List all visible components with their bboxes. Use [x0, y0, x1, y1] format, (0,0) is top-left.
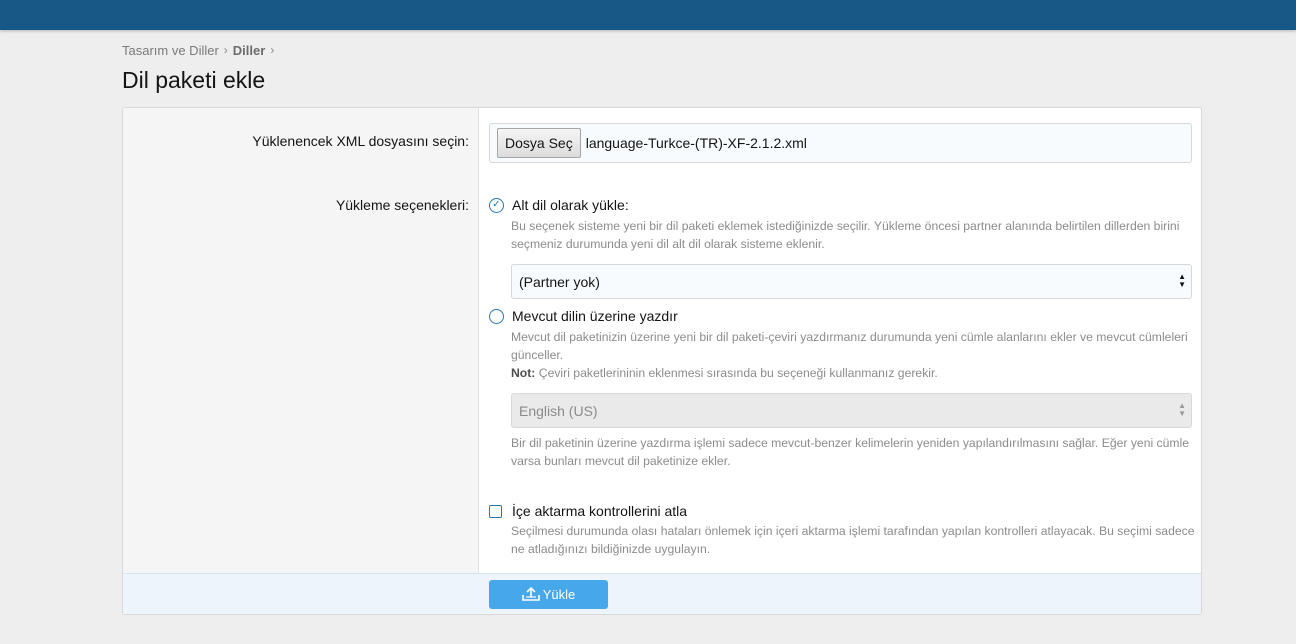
note-label: Not: — [511, 366, 536, 380]
checkbox-unchecked-icon[interactable] — [489, 504, 502, 518]
skip-checks-checkbox[interactable]: İçe aktarma kontrollerini atla — [489, 503, 687, 519]
choose-file-button[interactable]: Dosya Seç — [497, 128, 581, 158]
chevron-right-icon: › — [223, 43, 228, 57]
overwrite-language-select: English (US) ▲ ▼ — [511, 393, 1192, 428]
partner-select-value: (Partner yok) — [519, 273, 600, 290]
chevron-right-icon: › — [270, 43, 275, 57]
option-overwrite-radio[interactable]: Mevcut dilin üzerine yazdır — [489, 308, 678, 324]
label-column — [123, 108, 479, 573]
overwrite-after-hint: Bir dil paketinin üzerine yazdırma işlem… — [511, 436, 1190, 468]
file-label: Yüklenencek XML dosyasını seçin: — [252, 133, 469, 149]
top-bar — [0, 0, 1296, 30]
partner-select[interactable]: (Partner yok) ▲ ▼ — [511, 264, 1192, 299]
breadcrumb-item-languages[interactable]: Diller — [233, 43, 266, 58]
file-name: language-Turkce-(TR)-XF-2.1.2.xml — [585, 135, 807, 151]
options-label: Yükleme seçenekleri: — [335, 197, 469, 213]
skip-checks-label[interactable]: İçe aktarma kontrollerini atla — [512, 503, 687, 519]
option-child-label[interactable]: Alt dil olarak yükle: — [512, 197, 629, 213]
option-child-radio[interactable]: ✓ Alt dil olarak yükle: — [489, 197, 629, 213]
radio-unchecked-icon[interactable] — [489, 308, 504, 324]
option-overwrite-hint-text: Mevcut dil paketinizin üzerine yeni bir … — [511, 330, 1188, 362]
import-form: Yüklenencek XML dosyasını seçin: Dosya S… — [122, 107, 1202, 615]
breadcrumb: Tasarım ve Diller › Diller › — [122, 42, 279, 58]
option-child-hint: Bu seçenek sisteme yeni bir dil paketi e… — [511, 219, 1180, 251]
form-footer: Yükle — [123, 573, 1201, 614]
option-overwrite-hint: Mevcut dil paketinizin üzerine yeni bir … — [511, 328, 1196, 382]
page-title: Dil paketi ekle — [122, 67, 266, 93]
upload-icon — [521, 587, 540, 601]
select-arrows-icon: ▲ ▼ — [1178, 401, 1186, 418]
option-overwrite-label[interactable]: Mevcut dilin üzerine yazdır — [512, 308, 678, 324]
select-arrows-icon: ▲ ▼ — [1178, 272, 1186, 289]
breadcrumb-item-design[interactable]: Tasarım ve Diller — [122, 43, 219, 58]
overwrite-select-value: English (US) — [519, 402, 598, 419]
note-text: Çeviri paketlerininin eklenmesi sırasınd… — [535, 366, 938, 380]
file-input[interactable]: Dosya Seç language-Turkce-(TR)-XF-2.1.2.… — [489, 123, 1192, 163]
radio-checked-icon[interactable]: ✓ — [489, 197, 504, 213]
upload-button[interactable]: Yükle — [489, 580, 608, 609]
skip-checks-hint: Seçilmesi durumunda olası hataları önlem… — [511, 524, 1195, 556]
upload-button-label[interactable]: Yükle — [543, 587, 576, 602]
